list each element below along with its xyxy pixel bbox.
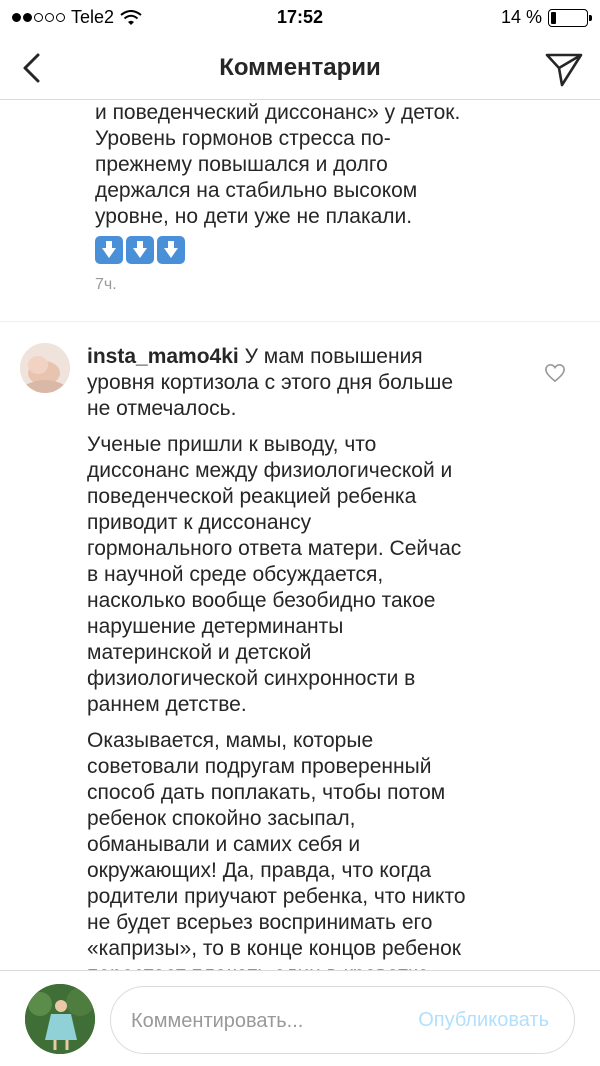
direct-send-icon[interactable] — [544, 49, 584, 89]
status-bar: Tele2 17:52 14 % — [0, 0, 600, 36]
comment-paragraph: Ученые пришли к выводу, что диссонанс ме… — [87, 433, 462, 716]
baby-photo-icon — [20, 343, 70, 393]
comment-text: и поведенческий диссонанс» у деток. Уров… — [95, 101, 461, 228]
avatar[interactable] — [25, 984, 95, 1054]
user-photo-icon — [25, 984, 95, 1054]
down-arrow-emoji-icon — [95, 236, 123, 264]
comment-input-wrapper: Опубликовать — [110, 986, 575, 1054]
publish-button[interactable]: Опубликовать — [418, 1009, 549, 1032]
emoji-row — [95, 236, 565, 264]
comment-paragraph: Оказывается, мамы, которые советовали по… — [87, 729, 466, 970]
down-arrow-emoji-icon — [126, 236, 154, 264]
heart-icon[interactable] — [544, 363, 566, 383]
nav-bar: Комментарии — [0, 36, 600, 100]
battery-icon — [548, 8, 592, 27]
comment-username[interactable]: insta_mamo4ki — [87, 345, 239, 368]
comment-composer: Опубликовать — [0, 970, 600, 1066]
comment-first-paragraph: insta_mamo4ki У мам повышения уровня кор… — [87, 344, 547, 422]
avatar[interactable] — [20, 343, 70, 393]
comment-item: insta_mamo4ki У мам повышения уровня кор… — [87, 344, 547, 970]
down-arrow-emoji-icon — [157, 236, 185, 264]
comment-item: и поведенческий диссонанс» у деток. Уров… — [95, 100, 565, 294]
battery-percent: 14 % — [500, 7, 542, 27]
comments-list[interactable]: и поведенческий диссонанс» у деток. Уров… — [0, 100, 600, 970]
comment-divider — [0, 321, 600, 322]
page-title: Комментарии — [219, 54, 381, 81]
comment-input[interactable] — [131, 1005, 391, 1037]
comment-time: 7ч. — [95, 276, 117, 293]
